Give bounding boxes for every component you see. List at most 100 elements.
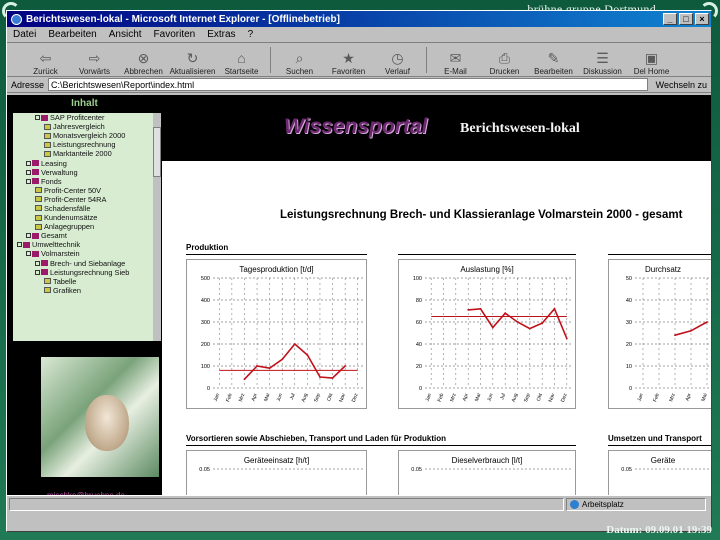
tree-scrollbar[interactable] — [153, 113, 161, 341]
data-point — [504, 312, 507, 315]
toolbar-button-aktualisieren[interactable]: ↻ Aktualisieren — [168, 49, 217, 76]
toolbar-button-vorwrts[interactable]: ⇨ Vorwärts — [70, 49, 119, 76]
menu-item[interactable]: Bearbeiten — [48, 29, 96, 40]
tree-item[interactable]: Umwelttechnik — [13, 240, 161, 249]
menu-item[interactable]: Ansicht — [109, 29, 142, 40]
tree-item[interactable]: Profit-Center 50V — [13, 186, 161, 195]
tree-item[interactable]: Volmarstein — [13, 249, 161, 258]
x-tick-label: Feb — [225, 392, 234, 402]
close-button[interactable]: × — [695, 13, 709, 25]
toolbar-button-zurck[interactable]: ⇦ Zurück — [21, 49, 70, 76]
tree-item[interactable]: Fonds — [13, 177, 161, 186]
x-tick-label: Nov — [338, 392, 347, 403]
menu-item[interactable]: Favoriten — [154, 29, 196, 40]
toolbar-button-delhome[interactable]: ▣ Del Home — [627, 49, 676, 76]
tree-item[interactable]: Brech- und Siebanlage — [13, 259, 161, 268]
section-production: Produktion — [186, 243, 229, 252]
y-tick-label: 0.05 — [199, 467, 210, 473]
tree-item[interactable]: SAP Profitcenter — [13, 113, 161, 122]
window-titlebar[interactable]: Berichtswesen-lokal - Microsoft Internet… — [7, 11, 711, 27]
tree-item[interactable]: Leistungsrechnung — [13, 140, 161, 149]
tree-item[interactable]: Schadensfälle — [13, 204, 161, 213]
tree-item[interactable]: Leistungsrechnung Sieb — [13, 268, 161, 277]
tree-item[interactable]: Gesamt — [13, 231, 161, 240]
tree-item[interactable]: Kundenumsätze — [13, 213, 161, 222]
x-tick-label: Mai — [474, 393, 482, 403]
tree-item[interactable]: Monatsvergleich 2000 — [13, 131, 161, 140]
minimize-button[interactable]: _ — [663, 13, 677, 25]
section-umsetzen: Umsetzen und Transport — [608, 434, 702, 443]
x-tick-label: Jul — [499, 393, 507, 401]
toolbar-button-drucken[interactable]: ⎙ Drucken — [480, 49, 529, 76]
go-button[interactable]: Wechseln zu — [652, 80, 711, 90]
toolbar-button-email[interactable]: ✉ E-Mail — [431, 49, 480, 76]
data-point — [293, 343, 296, 345]
expand-toggle-icon[interactable] — [35, 115, 40, 121]
tree-item-label: Monatsvergleich 2000 — [53, 131, 126, 141]
toolbar-button-verlauf[interactable]: ◷ Verlauf — [373, 49, 422, 76]
content-tree: SAP Profitcenter Jahresvergleich Monatsver… — [13, 113, 161, 341]
expand-toggle-icon[interactable] — [17, 242, 22, 248]
page-icon — [44, 141, 51, 148]
expand-toggle-icon[interactable] — [26, 160, 31, 166]
address-input[interactable]: C:\Berichtswesen\Report\index.html — [48, 78, 648, 91]
toolbar-button-label: Diskussion — [583, 67, 622, 76]
menu-item[interactable]: Extras — [207, 29, 235, 40]
mail-icon: ✉ — [449, 50, 462, 66]
scrollbar-thumb[interactable] — [153, 127, 161, 177]
tree-item[interactable]: Anlagegruppen — [13, 222, 161, 231]
tree-item-label: Fonds — [41, 176, 62, 186]
y-tick-label: 40 — [626, 298, 632, 304]
address-label: Adresse — [11, 79, 45, 90]
toolbar-button-bearbeiten[interactable]: ✎ Bearbeiten — [529, 49, 578, 76]
address-bar: Adresse C:\Berichtswesen\Report\index.ht… — [7, 77, 711, 93]
y-tick-label: 40 — [416, 342, 422, 348]
toolbar-button-startseite[interactable]: ⌂ Startseite — [217, 49, 266, 76]
tree-item[interactable]: Marktanteile 2000 — [13, 149, 161, 158]
menu-item[interactable]: ? — [248, 29, 254, 40]
tree-item-label: Kundenumsätze — [44, 213, 98, 223]
expand-toggle-icon[interactable] — [26, 233, 31, 239]
book-icon — [23, 241, 30, 248]
portrait-face — [85, 395, 129, 451]
x-tick-label: Okt — [536, 392, 545, 402]
expand-toggle-icon[interactable] — [26, 251, 31, 257]
expand-toggle-icon[interactable] — [26, 178, 31, 184]
x-tick-label: Dez — [560, 392, 569, 403]
y-tick-label: 10 — [626, 364, 632, 370]
tree-item[interactable]: Leasing — [13, 158, 161, 168]
toolbar-button-favoriten[interactable]: ★ Favoriten — [324, 49, 373, 76]
page-icon — [44, 287, 51, 294]
tree-item-label: Profit-Center 50V — [44, 185, 102, 195]
browser-content: Inhalt SAP Profitcenter Jahresvergleich Mo… — [7, 95, 711, 513]
tree-item[interactable]: Verwaltung — [13, 168, 161, 177]
maximize-button[interactable]: □ — [679, 13, 693, 25]
expand-toggle-icon[interactable] — [26, 169, 31, 175]
brand-logo: Wissensportal — [284, 115, 428, 138]
tree-item[interactable]: Grafiken — [13, 286, 161, 295]
menu-item[interactable]: Datei — [13, 29, 36, 40]
tree-item[interactable]: Profit-Center 54RA — [13, 195, 161, 204]
status-text — [9, 498, 564, 511]
toolbar-button-diskussion[interactable]: ☰ Diskussion — [578, 49, 627, 76]
report-page: Leistungsrechnung Brech- und Klassieranl… — [162, 161, 711, 513]
tree-item[interactable]: Jahresvergleich — [13, 122, 161, 131]
expand-toggle-icon[interactable] — [35, 269, 40, 275]
tree-item[interactable]: Tabelle — [13, 277, 161, 286]
menu-bar: Datei Bearbeiten Ansicht Favoriten Extras? — [7, 27, 711, 43]
toolbar-button-abbrechen[interactable]: ⊗ Abbrechen — [119, 49, 168, 76]
chart-panel: Durchsatz 0 10 20 30 40 50 Jan Feb Mrz Apr Mai — [608, 259, 711, 409]
x-tick-label: Jan — [213, 392, 221, 402]
standard-toolbar: ⇦ Zurück ⇨ Vorwärts ⊗ Abbrechen ↻ Aktualisieren… — [7, 43, 711, 77]
expand-toggle-icon[interactable] — [35, 260, 40, 266]
print-icon: ⎙ — [498, 50, 511, 66]
x-tick-label: Jul — [289, 393, 297, 401]
x-tick-label: Feb — [652, 392, 661, 402]
page-icon — [44, 123, 51, 130]
refresh-icon: ↻ — [186, 50, 199, 66]
divider — [608, 445, 711, 446]
divider — [608, 254, 711, 255]
toolbar-button-suchen[interactable]: ⌕ Suchen — [275, 49, 324, 76]
data-point — [491, 326, 494, 329]
toolbar-separator — [270, 47, 271, 73]
